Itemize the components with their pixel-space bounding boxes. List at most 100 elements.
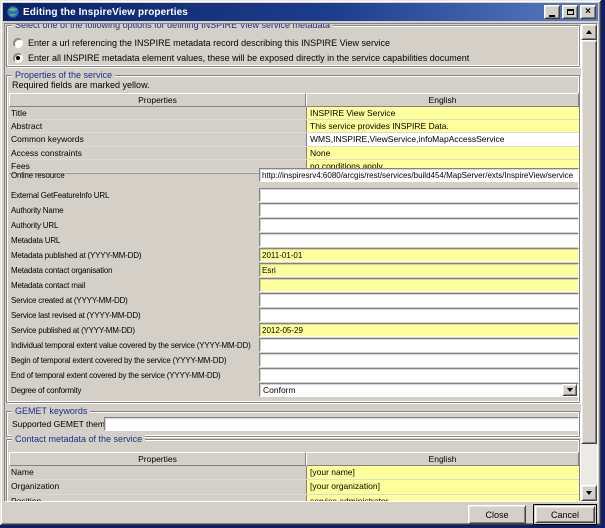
radio-option-label: Enter a url referencing the INSPIRE meta…: [28, 38, 390, 48]
property-input-row: Metadata published at (YYYY-MM-DD): [7, 248, 581, 263]
close-window-button[interactable]: ×: [580, 5, 596, 19]
options-group-title: Select one of the following options for …: [12, 24, 333, 31]
scroll-down-button[interactable]: [581, 485, 597, 501]
degree-of-conformity-row: Degree of conformity Conform: [7, 383, 581, 398]
window-title: Editing the InspireView properties: [23, 7, 544, 18]
property-text-input[interactable]: [259, 248, 579, 262]
contact-label: Position: [11, 495, 41, 501]
property-text-input[interactable]: [259, 353, 579, 367]
property-input-row: External GetFeatureInfo URL: [7, 188, 581, 203]
property-row: Common keywords WMS,INSPIRE,ViewService,…: [9, 133, 579, 146]
dialog-footer: Close Cancel: [0, 502, 601, 525]
close-button[interactable]: Close: [468, 505, 526, 524]
property-label: Authority URL: [11, 219, 257, 232]
gemet-themes-input[interactable]: [104, 417, 579, 431]
property-text-input[interactable]: [259, 293, 579, 307]
property-value-cell[interactable]: INSPIRE View Service: [306, 107, 579, 119]
contact-value-cell[interactable]: [your organization]: [306, 480, 579, 493]
property-input-row: Online resource: [7, 168, 581, 188]
property-label: End of temporal extent covered by the se…: [11, 369, 257, 382]
minimize-icon: [549, 15, 555, 17]
property-text-input[interactable]: [259, 233, 579, 247]
contact-rows-table: Name [your name] Organization [your orga…: [9, 466, 579, 501]
gemet-group-title: GEMET keywords: [12, 406, 90, 417]
default-button-ring: Cancel: [533, 504, 597, 525]
property-text-input[interactable]: [259, 218, 579, 232]
property-label: Degree of conformity: [11, 384, 257, 397]
chevron-down-icon: [567, 388, 573, 392]
property-label: Abstract: [11, 120, 42, 132]
titlebar: Editing the InspireView properties ×: [3, 3, 598, 21]
property-label: Service last revised at (YYYY-MM-DD): [11, 309, 257, 322]
dialog-window: Editing the InspireView properties × Sel…: [0, 0, 601, 525]
property-text-input[interactable]: [259, 263, 579, 277]
property-row: Title INSPIRE View Service: [9, 107, 579, 120]
contact-value-cell[interactable]: service administrator: [306, 495, 579, 501]
property-row: Access constraints None: [9, 147, 579, 160]
english-column-header: English: [306, 93, 579, 107]
property-text-input[interactable]: [259, 308, 579, 322]
property-label: Individual temporal extent value covered…: [11, 339, 257, 352]
close-icon: ×: [585, 7, 591, 17]
properties-column-header: Properties: [9, 93, 306, 107]
property-input-row: Metadata contact mail: [7, 278, 581, 293]
table-header: Properties English: [7, 452, 581, 466]
property-label: Begin of temporal extent covered by the …: [11, 354, 257, 367]
gemet-themes-label: Supported GEMET themes: [12, 419, 114, 429]
property-input-row: Authority URL: [7, 218, 581, 233]
property-text-input[interactable]: [259, 188, 579, 202]
static-rows-table: Title INSPIRE View Service Abstract This…: [9, 107, 579, 174]
property-label: Metadata contact organisation: [11, 264, 257, 277]
property-label: Metadata URL: [11, 234, 257, 247]
property-input-row: Service published at (YYYY-MM-DD): [7, 323, 581, 338]
maximize-icon: [567, 9, 574, 15]
property-label: Metadata published at (YYYY-MM-DD): [11, 249, 257, 262]
globe-icon: [6, 5, 20, 19]
radio-button-icon: [13, 53, 23, 63]
property-label: External GetFeatureInfo URL: [11, 189, 257, 202]
scroll-viewport: Select one of the following options for …: [4, 23, 598, 502]
property-label: Service created at (YYYY-MM-DD): [11, 294, 257, 307]
property-input-row: Authority Name: [7, 203, 581, 218]
property-label: Metadata contact mail: [11, 279, 257, 292]
property-value-cell[interactable]: None: [306, 147, 579, 159]
property-label: Title: [11, 107, 27, 119]
arrow-down-icon: [586, 491, 592, 495]
scroll-up-button[interactable]: [581, 24, 597, 40]
english-column-header: English: [306, 452, 579, 466]
property-input-row: Begin of temporal extent covered by the …: [7, 353, 581, 368]
contact-group-title: Contact metadata of the service: [12, 434, 145, 445]
property-text-input[interactable]: [259, 368, 579, 382]
input-rows-table: Online resource External GetFeatureInfo …: [7, 168, 581, 383]
radio-option[interactable]: Enter all INSPIRE metadata element value…: [13, 52, 469, 64]
property-text-input[interactable]: [259, 278, 579, 292]
vertical-scrollbar[interactable]: [581, 24, 597, 501]
dropdown-button[interactable]: [562, 384, 577, 396]
property-value-cell[interactable]: WMS,INSPIRE,ViewService,infoMapAccessSer…: [306, 133, 579, 145]
property-text-input[interactable]: [259, 168, 579, 182]
options-groupbox: Select one of the following options for …: [6, 25, 580, 67]
property-value-cell[interactable]: This service provides INSPIRE Data.: [306, 120, 579, 132]
maximize-button[interactable]: [562, 5, 578, 19]
minimize-button[interactable]: [544, 5, 560, 19]
property-input-row: Service last revised at (YYYY-MM-DD): [7, 308, 581, 323]
property-text-input[interactable]: [259, 338, 579, 352]
selected-option: Conform: [260, 384, 562, 396]
property-row: Abstract This service provides INSPIRE D…: [9, 120, 579, 133]
property-text-input[interactable]: [259, 203, 579, 217]
property-label: Common keywords: [11, 133, 84, 145]
property-input-row: Metadata contact organisation: [7, 263, 581, 278]
property-label: Service published at (YYYY-MM-DD): [11, 324, 257, 337]
radio-button-icon: [13, 38, 23, 48]
table-header: Properties English: [7, 93, 581, 107]
scrollbar-thumb[interactable]: [581, 40, 597, 444]
degree-of-conformity-select[interactable]: Conform: [259, 383, 579, 397]
contact-row: Name [your name]: [9, 466, 579, 480]
property-text-input[interactable]: [259, 323, 579, 337]
contact-value-cell[interactable]: [your name]: [306, 466, 579, 479]
radio-option[interactable]: Enter a url referencing the INSPIRE meta…: [13, 37, 390, 49]
cancel-button[interactable]: Cancel: [535, 506, 595, 523]
contact-row: Position service administrator: [9, 495, 579, 501]
property-input-row: Individual temporal extent value covered…: [7, 338, 581, 353]
property-input-row: Metadata URL: [7, 233, 581, 248]
